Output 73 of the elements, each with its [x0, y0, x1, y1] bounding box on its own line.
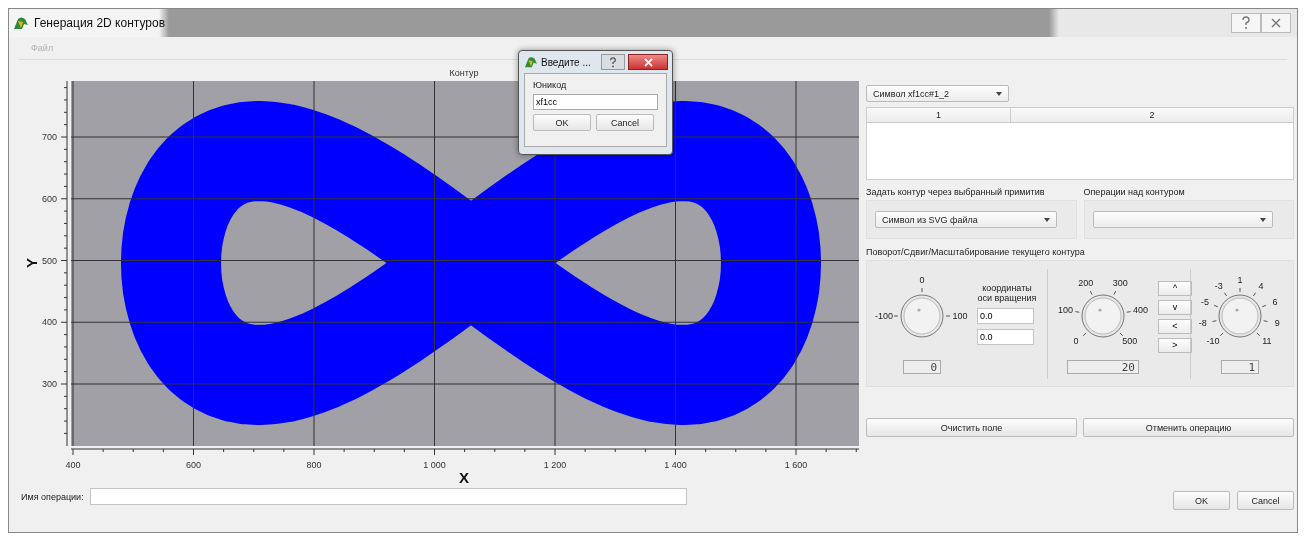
x-tick-label: 1 000	[423, 460, 446, 470]
shift-button[interactable]: v	[1158, 299, 1192, 315]
dial-label: -8	[1198, 317, 1207, 328]
dial-label: 9	[1274, 317, 1280, 328]
dial-label: 400	[1133, 304, 1149, 315]
dial-label: -10	[1206, 335, 1220, 346]
help-button[interactable]	[1231, 13, 1261, 33]
operation-name-field[interactable]	[89, 488, 687, 505]
dialog-button[interactable]: OK	[533, 114, 591, 131]
dial-label: 100	[1057, 304, 1073, 315]
x-tick-label: 600	[186, 460, 201, 470]
x-axis-label: X	[459, 469, 469, 485]
shift-button[interactable]: ^	[1158, 280, 1192, 296]
dial-label: -5	[1200, 296, 1209, 307]
dial-label: 11	[1262, 335, 1272, 346]
axis-y-field[interactable]: 0.0	[977, 328, 1034, 345]
dialog-button[interactable]: Cancel	[1237, 491, 1294, 510]
help-button[interactable]	[601, 54, 625, 70]
x-tick-label: 1 400	[664, 460, 687, 470]
help-icon	[609, 56, 617, 68]
dial-label: 0	[919, 274, 925, 285]
app-icon	[524, 56, 538, 68]
close-button[interactable]	[628, 54, 668, 70]
help-icon	[1241, 16, 1251, 30]
symbol-dropdown[interactable]: Символ xf1cc#1_2	[866, 85, 1009, 102]
x-tick-label: 1 200	[543, 460, 567, 470]
x-tick-label: 800	[306, 460, 322, 470]
y-tick-label: 400	[41, 317, 57, 328]
lcd-display: 20	[1067, 359, 1139, 374]
app-icon	[13, 16, 29, 30]
x-tick-label: 1 600	[784, 460, 808, 470]
close-button[interactable]	[1261, 13, 1291, 33]
y-tick-label: 300	[41, 379, 57, 389]
action-button[interactable]: Отменить операцию	[1083, 418, 1294, 437]
close-icon	[643, 57, 653, 67]
dialog-title: Введите ...	[541, 56, 591, 68]
operation-name-label: Имя операции:	[21, 491, 84, 502]
y-tick-label: 700	[41, 132, 57, 142]
y-tick-label: 500	[41, 255, 57, 266]
group-title: Операции над контуром	[1083, 187, 1186, 197]
dial-label: 200	[1078, 278, 1094, 289]
column-header[interactable]: 2	[1011, 108, 1293, 122]
primitive-dropdown[interactable]: Символ из SVG файла	[875, 211, 1057, 228]
dial-label: 500	[1122, 335, 1138, 346]
dialog-button[interactable]: OK	[1173, 491, 1230, 510]
axis-coordinates-label: координаты оси вращения	[977, 282, 1037, 303]
y-tick-label: 600	[41, 193, 57, 204]
lcd-display: 1	[1221, 359, 1259, 374]
group-title: Поворот/Сдвиг/Масштабирование текущего контура	[866, 247, 1086, 257]
dial-label: 1	[1237, 274, 1243, 285]
window-title: Генерация 2D контуров	[34, 16, 165, 30]
action-button[interactable]: Очистить поле	[866, 418, 1077, 437]
axis-x-field[interactable]: 0.0	[977, 307, 1034, 324]
dial-label: 6	[1272, 296, 1278, 307]
dial-label: 300	[1112, 278, 1128, 289]
plot-title: Контур	[449, 68, 479, 78]
dial-label: 100	[952, 310, 968, 321]
dialog-button[interactable]: Cancel	[596, 114, 654, 131]
close-icon	[1271, 18, 1281, 28]
lcd-display: 0	[903, 359, 941, 374]
dial-label: 0	[1073, 335, 1079, 346]
dial-label: -100	[875, 310, 893, 321]
y-axis-label: Y	[23, 258, 40, 268]
dial-label: -3	[1214, 280, 1223, 291]
shift-button[interactable]: <	[1158, 318, 1192, 334]
column-header[interactable]: 1	[867, 108, 1011, 122]
operation-dropdown[interactable]	[1092, 211, 1273, 228]
shift-button[interactable]: >	[1158, 337, 1192, 353]
x-tick-label: 400	[65, 460, 81, 470]
dial-label: 4	[1258, 280, 1264, 291]
unicode-field[interactable]: xf1cc	[533, 94, 658, 110]
field-label: Юникод	[533, 80, 568, 90]
group-title: Задать контур через выбранный примитив	[866, 187, 1046, 197]
